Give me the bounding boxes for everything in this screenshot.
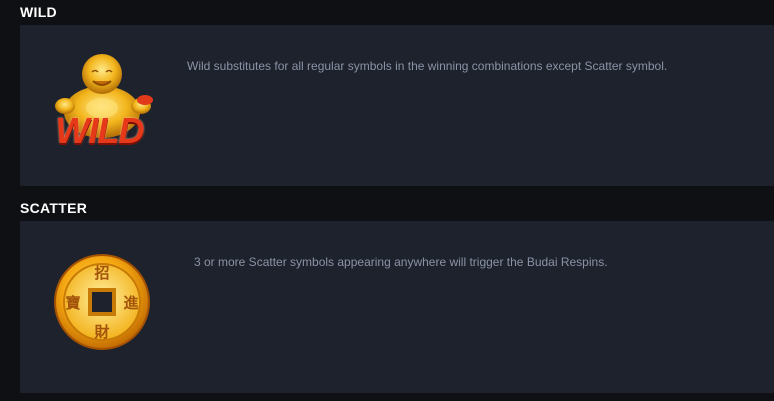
gold-coin-scatter-icon: 招 進 財 寶 <box>53 253 151 351</box>
wild-section-title: WILD <box>20 4 57 20</box>
wild-panel: WILD Wild substitutes for all regular sy… <box>20 25 774 186</box>
coin-char-top: 招 <box>94 264 110 282</box>
wild-text: WILD <box>55 110 145 151</box>
coin-char-right: 進 <box>123 294 139 312</box>
buddha-wild-icon: WILD <box>45 50 160 155</box>
scatter-section-title: SCATTER <box>20 200 88 216</box>
wild-description: Wild substitutes for all regular symbols… <box>187 59 668 73</box>
scatter-description: 3 or more Scatter symbols appearing anyw… <box>194 255 608 269</box>
scatter-panel: 招 進 財 寶 3 or more Scatter symbols appear… <box>20 221 774 393</box>
coin-char-left: 寶 <box>65 294 81 312</box>
coin-char-bottom: 財 <box>94 323 110 341</box>
